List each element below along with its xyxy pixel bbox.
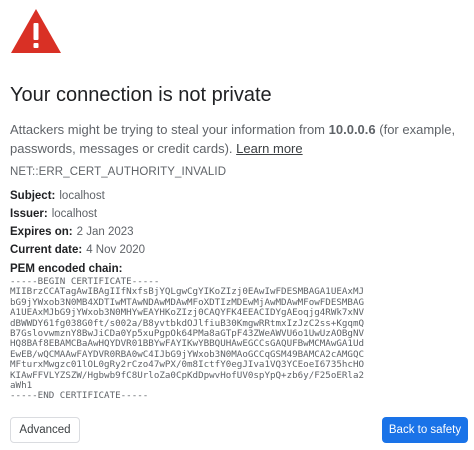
current-date-value: 4 Nov 2020: [86, 244, 146, 256]
subject-row: Subject: localhost: [10, 190, 105, 202]
subject-label: Subject:: [10, 190, 56, 202]
error-code: NET::ERR_CERT_AUTHORITY_INVALID: [10, 166, 227, 178]
host-address: 10.0.0.6: [328, 122, 376, 137]
description-text-start: Attackers might be trying to steal your …: [10, 122, 329, 137]
expires-row: Expires on: 2 Jan 2023: [10, 226, 134, 238]
page-title: Your connection is not private: [10, 84, 272, 106]
advanced-button[interactable]: Advanced: [10, 417, 80, 443]
issuer-value: localhost: [51, 208, 98, 220]
issuer-label: Issuer:: [10, 208, 48, 220]
current-date-label: Current date:: [10, 244, 83, 256]
current-date-row: Current date: 4 Nov 2020: [10, 244, 145, 256]
back-to-safety-button[interactable]: Back to safety: [382, 417, 468, 443]
subject-value: localhost: [59, 190, 105, 202]
warning-description: Attackers might be trying to steal your …: [10, 120, 470, 158]
pem-certificate: -----BEGIN CERTIFICATE----- MIIBrzCCATag…: [10, 276, 365, 402]
expires-value: 2 Jan 2023: [76, 226, 134, 238]
pem-label: PEM encoded chain:: [10, 263, 123, 275]
issuer-row: Issuer: localhost: [10, 208, 97, 220]
learn-more-link[interactable]: Learn more: [236, 141, 302, 156]
warning-triangle-icon: [11, 9, 61, 53]
expires-label: Expires on:: [10, 226, 73, 238]
